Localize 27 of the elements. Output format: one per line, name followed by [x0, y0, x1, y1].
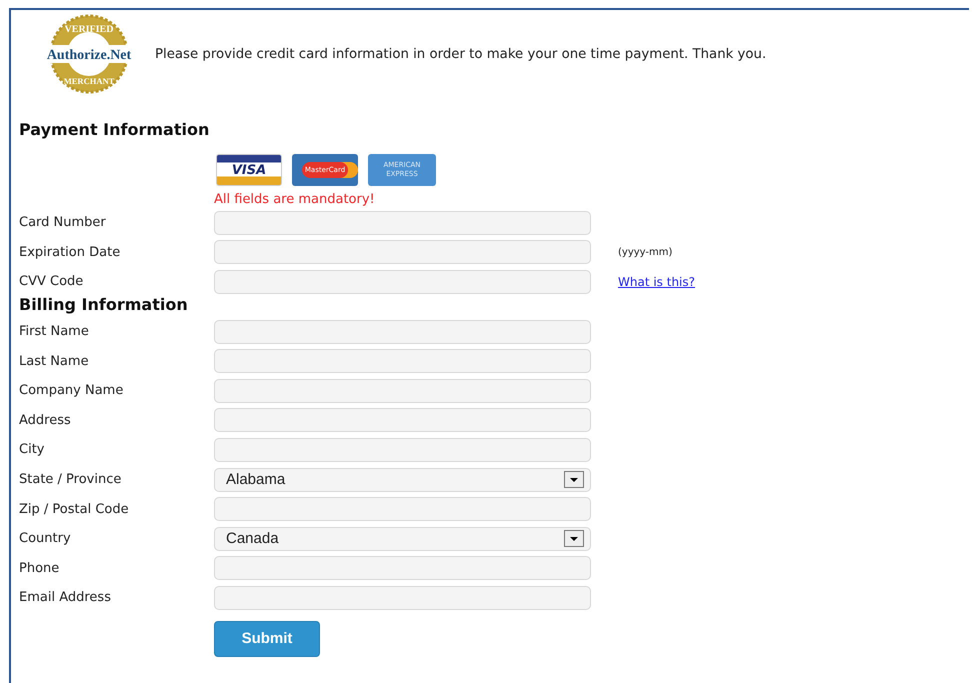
- field-label: First Name: [19, 324, 90, 340]
- dropdown-value: Canada: [226, 530, 279, 548]
- section-heading: Billing Information: [19, 294, 189, 316]
- card-brand-text: VISA: [232, 162, 266, 178]
- field-label: Last Name: [19, 354, 90, 369]
- dropdown[interactable]: Alabama: [214, 468, 591, 492]
- seal-bottom-text: MERCHANT: [64, 76, 114, 86]
- field-label: Phone: [19, 560, 60, 576]
- section-heading: Payment Information: [19, 120, 210, 141]
- field-label: Country: [19, 531, 72, 546]
- field-label: Address: [19, 412, 72, 428]
- field-label: Expiration Date: [19, 244, 122, 260]
- field-label: Email Address: [19, 590, 112, 606]
- format-hint: (yyyy-mm): [618, 246, 672, 258]
- field-label: Company Name: [19, 383, 124, 398]
- field-label: CVV Code: [19, 274, 84, 290]
- field-label: State / Province: [19, 472, 122, 488]
- dropdown-value: Alabama: [226, 471, 286, 488]
- field-label: City: [19, 442, 46, 458]
- dropdown[interactable]: Canada: [214, 526, 591, 551]
- field-label: Zip / Postal Code: [19, 502, 130, 517]
- error-message: All fields are mandatory!: [214, 192, 375, 207]
- help-link[interactable]: What is this?: [618, 274, 696, 289]
- field-label: Card Number: [19, 215, 107, 230]
- seal-name-text: Authorize.Net: [46, 48, 132, 63]
- seal-top-text: VERIFIED: [64, 24, 114, 35]
- intro-text: Please provide credit card information in order to make your one time payment. Thank you.: [155, 46, 766, 62]
